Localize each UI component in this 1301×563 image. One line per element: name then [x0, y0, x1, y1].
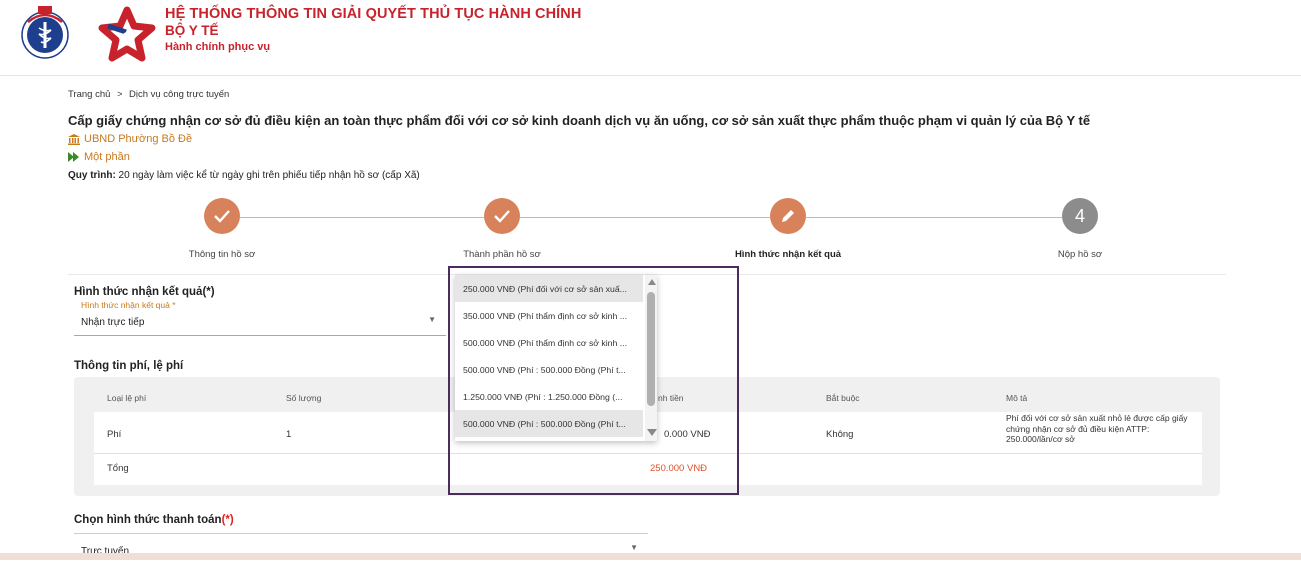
chevron-down-icon: ▼	[428, 315, 436, 324]
dropdown-option[interactable]: 500.000 VNĐ (Phí : 500.000 Đồng (Phí t..…	[455, 410, 643, 437]
fee-required: Không	[826, 429, 854, 440]
receive-method-value: Nhận trực tiếp	[81, 317, 145, 328]
dropdown-option[interactable]: 500.000 VNĐ (Phí thẩm định cơ sở kinh ..…	[455, 329, 643, 356]
site-header: HỆ THỐNG THÔNG TIN GIẢI QUYẾT THỦ TỤC HÀ…	[0, 0, 1301, 76]
dropdown-option[interactable]: 250.000 VNĐ (Phí đối với cơ sở sản xuấ..…	[455, 275, 643, 302]
dropdown-option[interactable]: 350.000 VNĐ (Phí thẩm định cơ sở kinh ..…	[455, 302, 643, 329]
scrollbar-thumb[interactable]	[647, 292, 655, 406]
double-chevron-icon	[68, 152, 79, 162]
receive-method-select[interactable]: Hình thức nhận kết quả * Nhận trực tiếp …	[74, 300, 446, 336]
step-3-pencil-icon[interactable]	[770, 198, 806, 234]
breadcrumb-home-link[interactable]: Trang chủ	[68, 89, 110, 100]
step-label-1: Thông tin hồ sơ	[188, 249, 256, 260]
process-text: 20 ngày làm việc kể từ ngày ghi trên phi…	[115, 170, 420, 181]
row-divider	[94, 453, 1202, 454]
building-icon	[68, 133, 80, 145]
col-header-qty: Số lượng	[286, 393, 322, 403]
process-info: Quy trình: 20 ngày làm việc kể từ ngày g…	[68, 170, 420, 181]
payment-heading-text: Chọn hình thức thanh toán	[74, 514, 222, 526]
fee-type: Phí	[107, 429, 122, 440]
fees-heading: Thông tin phí, lệ phí	[74, 360, 184, 372]
step-label-4: Nộp hồ sơ	[1057, 249, 1103, 260]
system-tagline: Hành chính phục vụ	[165, 41, 271, 53]
chevron-right-icon: >	[117, 89, 123, 99]
dropdown-option[interactable]: 1.250.000 VNĐ (Phí : 1.250.000 Đồng (...	[455, 383, 643, 410]
step-1-check-icon[interactable]	[204, 198, 240, 234]
col-header-amount: nh tiền	[658, 393, 684, 403]
required-mark: (*)	[221, 514, 234, 526]
col-header-desc: Mô tả	[1006, 393, 1028, 403]
breadcrumb-current[interactable]: Dịch vụ công trực tuyến	[129, 89, 229, 100]
procedure-title: Cấp giấy chứng nhận cơ sở đủ điều kiện a…	[68, 113, 1091, 128]
step-connector	[240, 217, 484, 218]
public-service-logo	[98, 6, 156, 62]
col-header-required: Bắt buộc	[826, 393, 860, 403]
fee-qty: 1	[286, 429, 292, 440]
receive-method-label: Hình thức nhận kết quả *	[81, 300, 176, 310]
ministry-of-health-logo	[21, 6, 69, 59]
fee-options-dropdown[interactable]: 250.000 VNĐ (Phí đối với cơ sở sản xuấ..…	[455, 275, 657, 441]
scroll-down-arrow-icon[interactable]	[647, 429, 657, 436]
step-2-check-icon[interactable]	[484, 198, 520, 234]
step-4-number[interactable]: 4	[1062, 198, 1098, 234]
process-label: Quy trình:	[68, 170, 116, 181]
dropdown-option[interactable]: 500.000 VNĐ (Phí : 500.000 Đồng (Phí t..…	[455, 356, 643, 383]
system-subtitle: BỘ Y TẾ	[165, 23, 219, 38]
step-connector	[806, 217, 1062, 218]
agency-line: UBND Phường Bồ Đề	[68, 133, 192, 145]
fee-description: Phí đối với cơ sở sản xuất nhỏ lẻ được c…	[1006, 413, 1188, 444]
chevron-down-icon: ▼	[630, 543, 638, 552]
payment-heading: Chọn hình thức thanh toán(*)	[74, 514, 234, 526]
service-level-line: Một phần	[68, 151, 130, 163]
system-title: HỆ THỐNG THÔNG TIN GIẢI QUYẾT THỦ TỤC HÀ…	[165, 6, 582, 22]
fee-amount: 0.000 VNĐ	[664, 429, 711, 440]
step-connector	[520, 217, 770, 218]
total-label: Tổng	[107, 463, 129, 474]
bottom-band	[0, 553, 1301, 560]
receive-method-heading: Hình thức nhận kết quả(*)	[74, 286, 215, 298]
breadcrumb: Trang chủ > Dịch vụ công trực tuyến	[68, 89, 229, 100]
agency-name: UBND Phường Bồ Đề	[84, 133, 193, 145]
col-header-type: Loại lệ phí	[107, 393, 147, 403]
scroll-up-arrow-icon[interactable]	[648, 279, 656, 285]
step-label-2: Thành phần hồ sơ	[463, 249, 541, 260]
dropdown-scrollbar[interactable]	[645, 275, 657, 441]
service-level: Một phần	[84, 151, 130, 163]
total-value: 250.000 VNĐ	[650, 463, 708, 474]
step-label-3: Hình thức nhận kết quả	[734, 249, 842, 260]
